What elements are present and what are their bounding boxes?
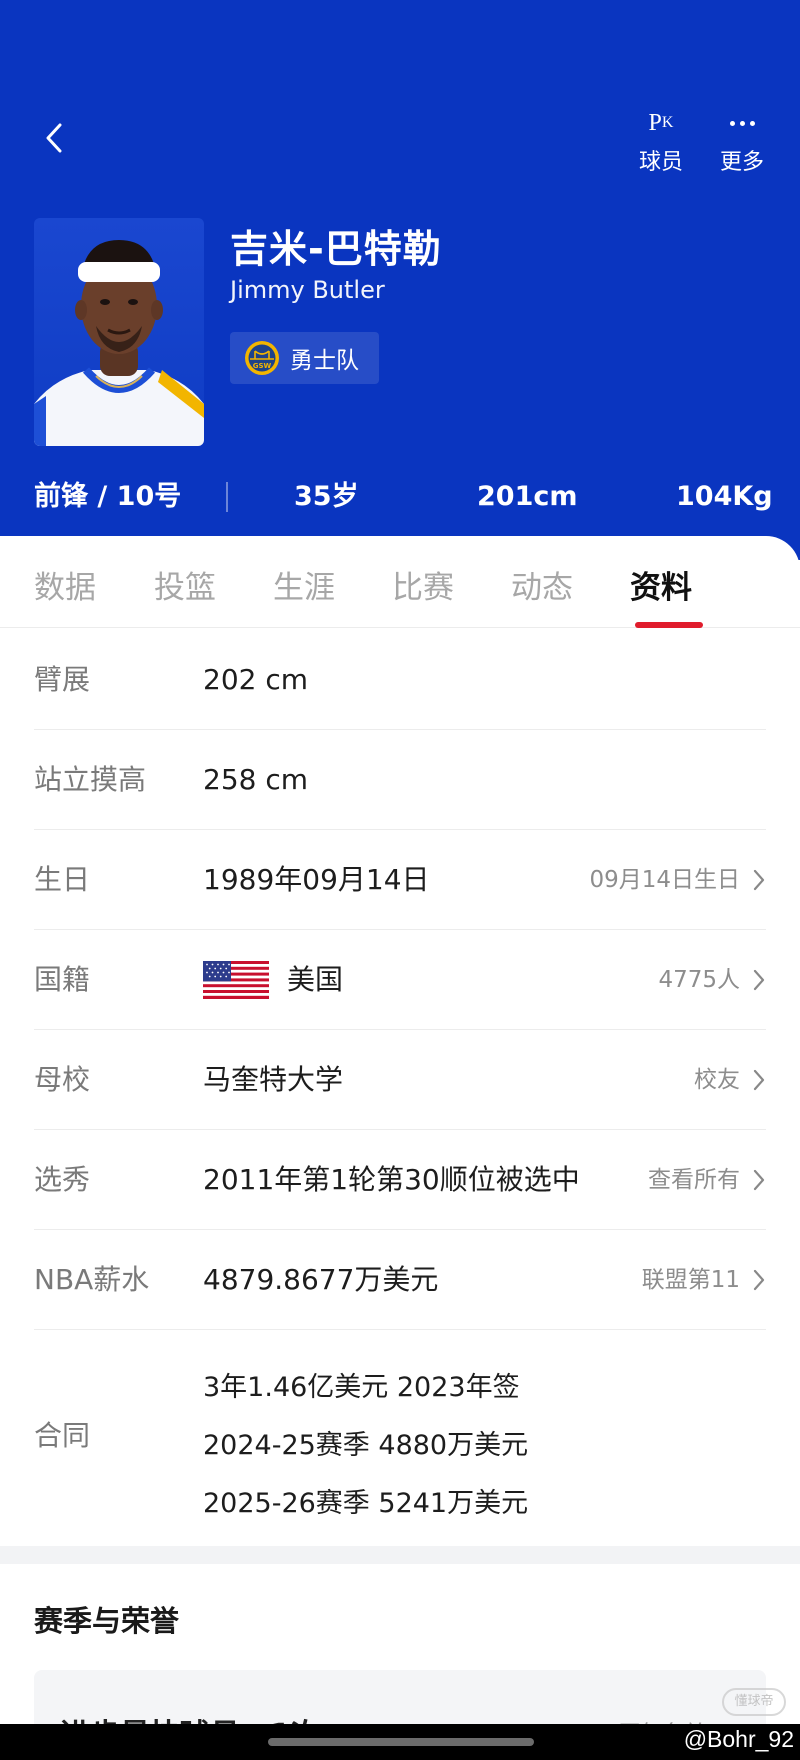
chevron-right-icon bbox=[753, 869, 765, 891]
salary-link[interactable]: 联盟第11 bbox=[642, 1230, 766, 1330]
chevron-right-icon bbox=[753, 1169, 765, 1191]
contract-line: 2024-25赛季 4880万美元 bbox=[203, 1430, 529, 1461]
nationality-link-text: 4775人 bbox=[658, 967, 740, 993]
draft-link-text: 查看所有 bbox=[648, 1167, 740, 1193]
nationality-label: 国籍 bbox=[34, 963, 91, 996]
pk-button[interactable]: PK 球员 bbox=[626, 106, 696, 176]
tab-career[interactable]: 生涯 bbox=[273, 562, 335, 607]
college-link-text: 校友 bbox=[694, 1067, 740, 1093]
weight: 104Kg bbox=[676, 481, 773, 512]
birthday-label: 生日 bbox=[34, 863, 91, 896]
pk-icon: PK bbox=[648, 109, 674, 136]
reach-value: 258 cm bbox=[203, 763, 309, 796]
chevron-left-icon bbox=[46, 123, 62, 153]
draft-label: 选秀 bbox=[34, 1163, 91, 1196]
player-stats-row: 前锋 / 10号 35岁 201cm 104Kg bbox=[0, 472, 800, 522]
contract-label: 合同 bbox=[34, 1419, 91, 1452]
birthday-link-text: 09月14日生日 bbox=[589, 867, 740, 893]
team-chip[interactable]: GSW 勇士队 bbox=[230, 332, 379, 384]
age: 35岁 bbox=[294, 481, 359, 512]
info-row-reach: 站立摸高 258 cm bbox=[34, 730, 766, 830]
info-row-nationality[interactable]: 国籍 美国 4775人 bbox=[34, 930, 766, 1030]
tab-bar: 数据 投篮 生涯 比赛 动态 资料 bbox=[0, 536, 800, 628]
tab-news[interactable]: 动态 bbox=[511, 562, 573, 607]
draft-link[interactable]: 查看所有 bbox=[648, 1130, 766, 1230]
tab-profile[interactable]: 资料 bbox=[630, 562, 692, 607]
info-row-draft[interactable]: 选秀 2011年第1轮第30顺位被选中 查看所有 bbox=[34, 1130, 766, 1230]
chevron-right-icon bbox=[753, 969, 765, 991]
back-button[interactable] bbox=[34, 118, 74, 158]
more-label: 更多 bbox=[719, 150, 764, 175]
college-link[interactable]: 校友 bbox=[694, 1030, 766, 1130]
salary-label: NBA薪水 bbox=[34, 1263, 150, 1296]
tab-stats[interactable]: 数据 bbox=[34, 562, 96, 607]
nationality-value: 美国 bbox=[203, 930, 343, 1030]
player-avatar bbox=[34, 218, 204, 446]
info-row-contract: 合同 3年1.46亿美元 2023年签 2024-25赛季 4880万美元 20… bbox=[34, 1331, 766, 1541]
contract-line: 2025-26赛季 5241万美元 bbox=[203, 1488, 529, 1519]
height: 201cm bbox=[477, 481, 578, 512]
watermark-handle: @Bohr_92 bbox=[683, 1726, 794, 1752]
nationality-link[interactable]: 4775人 bbox=[658, 930, 766, 1030]
player-name-cn: 吉米-巴特勒 bbox=[230, 227, 442, 271]
salary-value: 4879.8677万美元 bbox=[203, 1263, 439, 1296]
college-label: 母校 bbox=[34, 1063, 91, 1096]
honors-title: 赛季与荣誉 bbox=[34, 1604, 180, 1638]
watermark-logo: 懂球帝 bbox=[722, 1688, 786, 1716]
draft-value: 2011年第1轮第30顺位被选中 bbox=[203, 1163, 580, 1196]
more-dots-icon bbox=[707, 106, 777, 140]
info-row-wingspan: 臂展 202 cm bbox=[34, 630, 766, 730]
section-divider bbox=[0, 1546, 800, 1564]
svg-text:GSW: GSW bbox=[253, 362, 272, 370]
chevron-right-icon bbox=[753, 1269, 765, 1291]
reach-label: 站立摸高 bbox=[34, 763, 147, 796]
wingspan-value: 202 cm bbox=[203, 663, 309, 696]
us-flag-icon bbox=[203, 961, 269, 999]
contract-line: 3年1.46亿美元 2023年签 bbox=[203, 1372, 520, 1403]
tab-games[interactable]: 比赛 bbox=[392, 562, 454, 607]
nationality-text: 美国 bbox=[287, 963, 344, 996]
system-bottom-bar: @Bohr_92 bbox=[0, 1724, 800, 1760]
college-value: 马奎特大学 bbox=[203, 1063, 344, 1096]
info-row-salary[interactable]: NBA薪水 4879.8677万美元 联盟第11 bbox=[34, 1230, 766, 1330]
salary-link-text: 联盟第11 bbox=[641, 1267, 740, 1293]
info-row-college[interactable]: 母校 马奎特大学 校友 bbox=[34, 1030, 766, 1130]
contract-lines: 3年1.46亿美元 2023年签 2024-25赛季 4880万美元 2025-… bbox=[203, 1359, 528, 1533]
wingspan-label: 臂展 bbox=[34, 663, 91, 696]
more-button[interactable]: 更多 bbox=[707, 106, 777, 176]
position-number: 前锋 / 10号 bbox=[34, 481, 182, 512]
team-name: 勇士队 bbox=[290, 348, 359, 374]
home-indicator[interactable] bbox=[268, 1738, 534, 1746]
chevron-right-icon bbox=[753, 1069, 765, 1091]
birthday-value: 1989年09月14日 bbox=[203, 863, 430, 896]
birthday-link[interactable]: 09月14日生日 bbox=[589, 830, 766, 930]
pk-label: 球员 bbox=[638, 150, 683, 175]
stats-divider bbox=[226, 482, 228, 512]
player-name-en: Jimmy Butler bbox=[230, 276, 385, 304]
player-header: PK 球员 更多 吉米-巴特勒 Jimmy Butler GSW 勇士队 前锋 … bbox=[0, 0, 800, 560]
team-logo-icon: GSW bbox=[245, 341, 279, 375]
tab-shooting[interactable]: 投篮 bbox=[154, 562, 216, 607]
info-row-birthday[interactable]: 生日 1989年09月14日 09月14日生日 bbox=[34, 830, 766, 930]
active-tab-indicator bbox=[635, 622, 703, 628]
